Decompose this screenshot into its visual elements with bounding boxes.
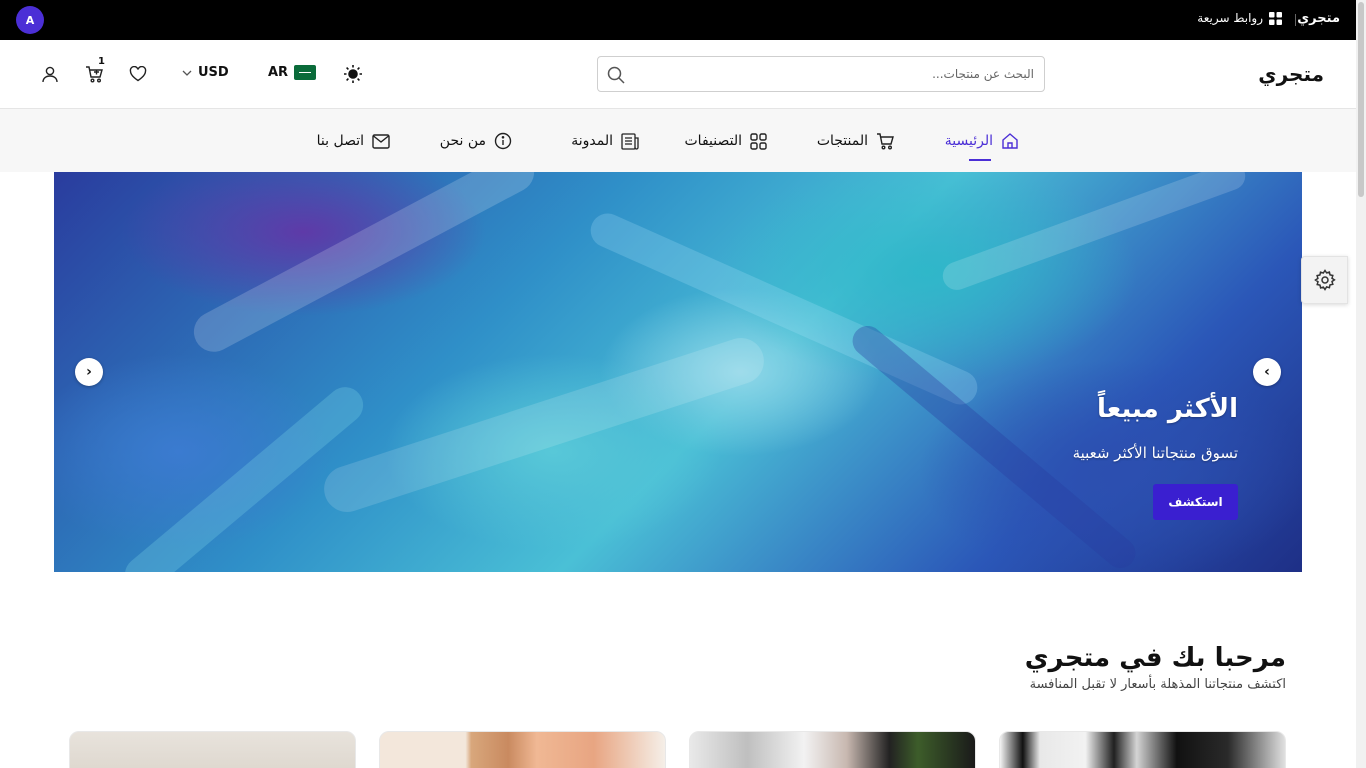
nav-item-blog[interactable]: المدونة bbox=[571, 129, 639, 153]
divider bbox=[1295, 14, 1296, 26]
newspaper-icon bbox=[621, 132, 639, 150]
account-button[interactable] bbox=[39, 63, 61, 85]
nav-item-label: التصنيفات bbox=[684, 133, 743, 149]
welcome-title: مرحبا بك في متجري bbox=[1024, 643, 1286, 673]
nav-item-categories[interactable]: التصنيفات bbox=[685, 129, 768, 153]
paint-streak bbox=[938, 172, 1250, 294]
nav-item-label: المدونة bbox=[571, 133, 613, 149]
topbar-brand[interactable]: متجري bbox=[1297, 11, 1340, 26]
cart-icon bbox=[85, 66, 103, 83]
home-icon bbox=[1002, 133, 1018, 149]
saudi-flag-icon bbox=[294, 65, 317, 80]
user-icon bbox=[42, 66, 58, 83]
scrollbar-thumb[interactable] bbox=[1358, 2, 1364, 197]
mail-icon bbox=[372, 133, 390, 149]
settings-button[interactable] bbox=[1301, 256, 1348, 304]
search-input[interactable] bbox=[638, 57, 1034, 91]
paint-streak bbox=[318, 332, 770, 518]
hero-slider: الأكثر مبيعاً تسوق منتجاتنا الأكثر شعبية… bbox=[54, 172, 1302, 572]
theme-toggle[interactable] bbox=[342, 63, 364, 85]
search-box bbox=[597, 56, 1045, 92]
cart-count-badge: 1 bbox=[98, 56, 105, 67]
nav-item-products[interactable]: المنتجات bbox=[817, 129, 894, 153]
explore-button[interactable]: استكشف bbox=[1153, 484, 1238, 520]
site-logo[interactable]: متجري bbox=[1258, 62, 1324, 86]
search-icon[interactable] bbox=[606, 65, 626, 85]
cart-icon bbox=[877, 133, 894, 150]
gear-icon bbox=[1313, 269, 1336, 291]
main-nav: الرئيسية المنتجات التصنيفات المدونة من ن… bbox=[0, 109, 1356, 172]
slider-next-arrow[interactable]: › bbox=[75, 358, 103, 386]
info-icon bbox=[494, 132, 512, 150]
user-avatar[interactable]: A bbox=[16, 6, 44, 34]
welcome-subtitle: اكتشف منتجاتنا المذهلة بأسعار لا تقبل ال… bbox=[1029, 677, 1286, 692]
quick-links[interactable]: روابط سريعة bbox=[1197, 11, 1282, 25]
sun-icon bbox=[344, 65, 362, 83]
slider-prev-arrow[interactable]: ‹ bbox=[1253, 358, 1281, 386]
product-card[interactable] bbox=[999, 731, 1286, 768]
wishlist-button[interactable] bbox=[127, 63, 149, 85]
nav-item-label: اتصل بنا bbox=[316, 133, 364, 149]
currency-label: USD bbox=[198, 65, 229, 80]
grid-icon bbox=[1269, 11, 1282, 25]
nav-item-about[interactable]: من نحن bbox=[440, 129, 512, 153]
nav-item-contact[interactable]: اتصل بنا bbox=[317, 129, 390, 153]
page-scrollbar[interactable] bbox=[1356, 0, 1366, 768]
paint-streak bbox=[186, 172, 542, 359]
nav-item-label: من نحن bbox=[439, 133, 486, 149]
header: 1 USD AR متجري bbox=[0, 40, 1356, 109]
product-card[interactable] bbox=[69, 731, 356, 768]
language-selector[interactable]: AR bbox=[268, 65, 317, 80]
hero-subtitle: تسوق منتجاتنا الأكثر شعبية bbox=[1072, 444, 1238, 462]
quick-links-label: روابط سريعة bbox=[1197, 11, 1263, 25]
currency-selector[interactable]: USD bbox=[182, 65, 229, 80]
product-card[interactable] bbox=[379, 731, 666, 768]
page: A روابط سريعة متجري 1 USD AR البحث عن من… bbox=[0, 0, 1366, 768]
nav-item-label: الرئيسية bbox=[944, 133, 993, 149]
top-bar: A روابط سريعة متجري bbox=[0, 0, 1356, 40]
grid-icon bbox=[750, 132, 767, 150]
chevron-down-icon bbox=[182, 70, 192, 76]
language-label: AR bbox=[268, 65, 289, 80]
hero-title: الأكثر مبيعاً bbox=[1097, 394, 1238, 424]
product-card[interactable] bbox=[689, 731, 976, 768]
heart-icon bbox=[129, 66, 147, 82]
nav-item-home[interactable]: الرئيسية bbox=[944, 129, 1019, 161]
nav-item-label: المنتجات bbox=[816, 133, 868, 149]
